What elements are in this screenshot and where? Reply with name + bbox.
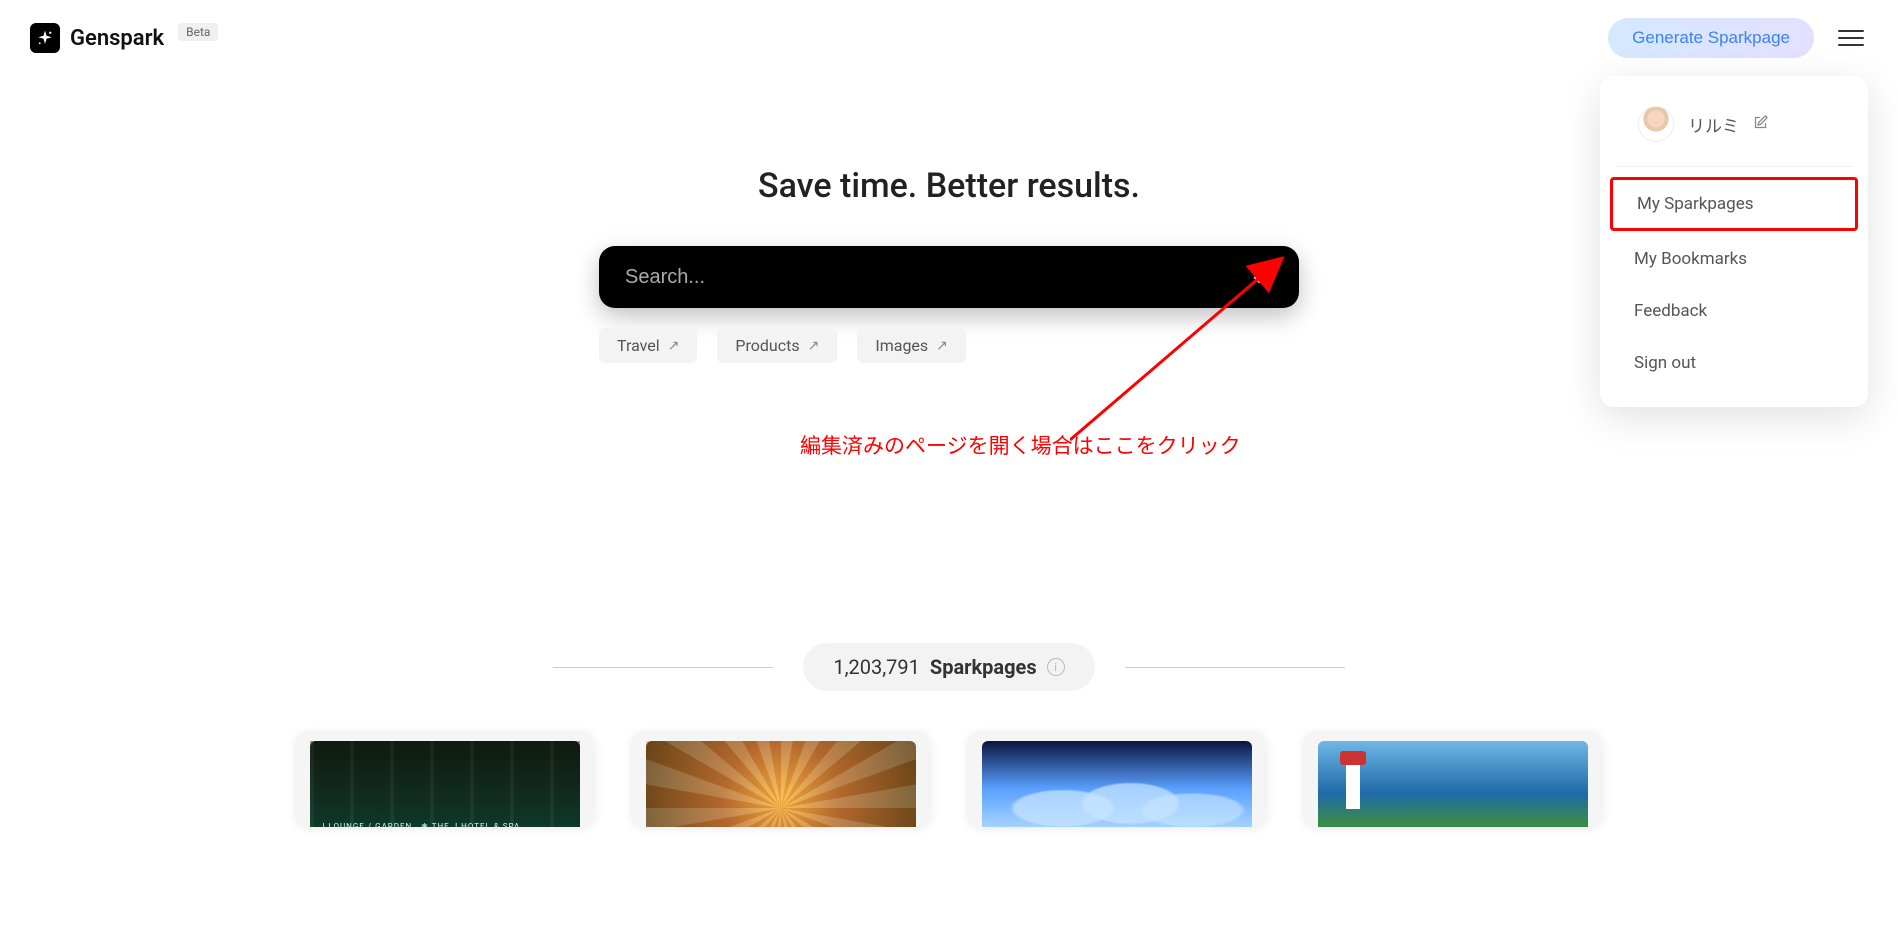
divider bbox=[1125, 667, 1345, 668]
menu-item-feedback[interactable]: Feedback bbox=[1610, 287, 1858, 335]
search-input[interactable] bbox=[625, 266, 1251, 289]
sparkpages-count: 1,203,791 bbox=[833, 655, 920, 679]
generate-sparkpage-button[interactable]: Generate Sparkpage bbox=[1608, 18, 1814, 58]
card-image bbox=[1318, 741, 1588, 827]
card-image bbox=[982, 741, 1252, 827]
tag-images[interactable]: Images ↗ bbox=[857, 328, 966, 363]
tag-products[interactable]: Products ↗ bbox=[717, 328, 837, 363]
menu-item-sign-out[interactable]: Sign out bbox=[1610, 339, 1858, 387]
user-profile-row[interactable]: リルミ bbox=[1616, 92, 1852, 167]
annotation-text: 編集済みのページを開く場合はここをクリック bbox=[800, 430, 1241, 460]
tag-label: Images bbox=[875, 336, 928, 355]
tag-row: Travel ↗ Products ↗ Images ↗ bbox=[599, 328, 1299, 363]
divider bbox=[553, 667, 773, 668]
sparkpage-card[interactable]: J LOUNGE / GARDEN ❋ THE J HOTEL & SPA bbox=[295, 731, 595, 827]
sparkpages-label: Sparkpages bbox=[930, 655, 1037, 679]
arrow-up-right-icon: ↗ bbox=[808, 338, 820, 354]
sparkpages-count-pill: 1,203,791 Sparkpages i bbox=[803, 643, 1094, 691]
beta-badge: Beta bbox=[178, 23, 218, 41]
header-right: Generate Sparkpage bbox=[1608, 18, 1868, 58]
card-image: J LOUNGE / GARDEN ❋ THE J HOTEL & SPA bbox=[310, 741, 580, 827]
sparkpage-card[interactable] bbox=[967, 731, 1267, 827]
logo[interactable]: Genspark Beta bbox=[30, 23, 218, 53]
arrow-up-right-icon: ↗ bbox=[936, 338, 948, 354]
edit-icon[interactable] bbox=[1753, 115, 1768, 134]
sparkpage-card[interactable] bbox=[631, 731, 931, 827]
menu-item-my-sparkpages[interactable]: My Sparkpages bbox=[1610, 177, 1858, 231]
sparkpage-card[interactable] bbox=[1303, 731, 1603, 827]
username: リルミ bbox=[1688, 112, 1739, 137]
menu-item-my-bookmarks[interactable]: My Bookmarks bbox=[1610, 235, 1858, 283]
hamburger-menu-icon[interactable] bbox=[1834, 26, 1868, 50]
info-icon[interactable]: i bbox=[1047, 658, 1065, 676]
arrow-up-right-icon: ↗ bbox=[668, 338, 680, 354]
header: Genspark Beta Generate Sparkpage bbox=[0, 0, 1898, 76]
tag-travel[interactable]: Travel ↗ bbox=[599, 328, 697, 363]
tag-label: Products bbox=[735, 336, 799, 355]
sparkpages-count-row: 1,203,791 Sparkpages i bbox=[0, 643, 1898, 691]
card-image bbox=[646, 741, 916, 827]
search-bar[interactable] bbox=[599, 246, 1299, 308]
logo-text: Genspark bbox=[70, 26, 164, 51]
enter-icon[interactable] bbox=[1251, 264, 1273, 290]
avatar bbox=[1638, 106, 1674, 142]
logo-icon bbox=[30, 23, 60, 53]
sparkpage-cards: J LOUNGE / GARDEN ❋ THE J HOTEL & SPA bbox=[0, 731, 1898, 827]
tag-label: Travel bbox=[617, 336, 660, 355]
search-container bbox=[599, 246, 1299, 308]
user-menu-dropdown: リルミ My Sparkpages My Bookmarks Feedback … bbox=[1600, 76, 1868, 407]
